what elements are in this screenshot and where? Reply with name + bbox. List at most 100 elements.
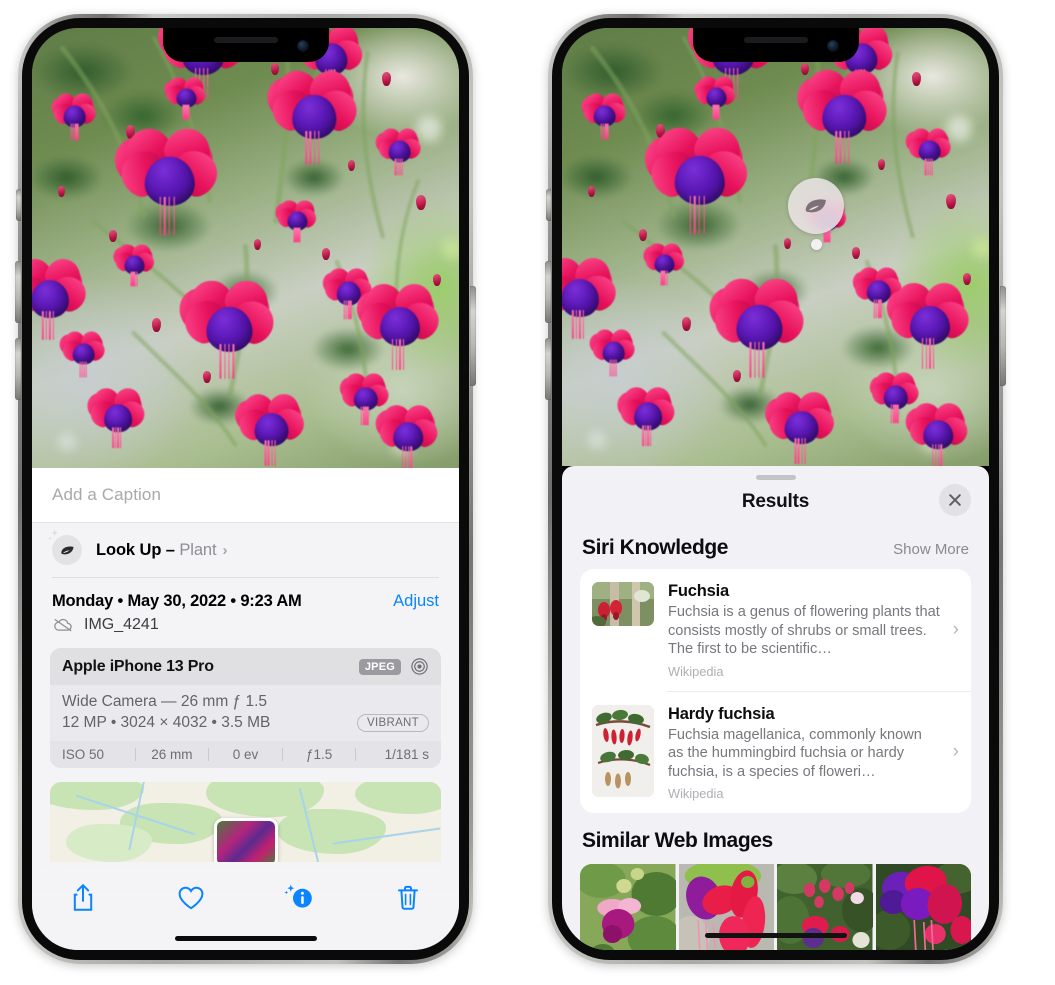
knowledge-title: Hardy fuchsia [668, 704, 775, 723]
photographic-style-badge: VIBRANT [357, 714, 429, 732]
photo-flower-bud [801, 63, 809, 76]
photo-fuchsia-blossom [864, 369, 922, 424]
adjust-button[interactable]: Adjust [393, 592, 439, 611]
photo-stamen [45, 311, 48, 341]
volume-up-button[interactable] [545, 261, 551, 323]
photo-fuchsia-blossom [32, 255, 92, 341]
photo-stamen [606, 122, 609, 140]
look-up-dash: – [161, 540, 180, 559]
exif-lens-row: Wide Camera — 26 mm ƒ 1.5 12 MP • 3024 ×… [50, 685, 441, 741]
home-indicator[interactable] [704, 933, 847, 938]
photo-fuchsia-blossom [585, 327, 638, 377]
photo-flower-bud [57, 186, 65, 198]
photo-fuchsia-blossom [228, 390, 309, 467]
photo-stamen [313, 130, 316, 165]
share-button[interactable] [60, 878, 106, 918]
knowledge-row[interactable]: Fuchsia Fuchsia is a genus of flowering … [580, 569, 971, 691]
show-more-button[interactable]: Show More [893, 541, 969, 558]
photo-bokeh [946, 115, 973, 142]
photo-fuchsia-blossom [258, 66, 363, 165]
share-icon [73, 884, 93, 911]
caption-field-row[interactable]: Add a Caption [32, 468, 459, 523]
photo-stamen [264, 440, 267, 467]
icloud-slash-icon [54, 618, 72, 632]
earpiece-speaker [213, 37, 278, 43]
map-photo-pin[interactable] [213, 818, 278, 862]
volume-down-button[interactable] [545, 338, 551, 400]
photo-stamen [367, 406, 369, 425]
capture-date: Monday • May 30, 2022 • 9:23 AM [52, 592, 302, 610]
photo-stamen [42, 311, 44, 341]
power-button[interactable] [1000, 286, 1006, 386]
photo-stamen [839, 130, 842, 165]
photo-stamen [112, 426, 114, 449]
exif-card[interactable]: Apple iPhone 13 Pro JPEG Wide Camera — 2… [50, 648, 441, 768]
close-button[interactable] [939, 484, 971, 516]
look-up-subject: Plant [179, 540, 217, 559]
knowledge-source: Wikipedia [668, 663, 724, 679]
mute-switch[interactable] [16, 189, 21, 221]
photo-stamen [298, 227, 301, 243]
photo-flower-bud [202, 371, 211, 384]
knowledge-description: Fuchsia magellanica, commonly known as t… [668, 727, 922, 780]
photo-stamen [401, 158, 403, 176]
volume-down-button[interactable] [15, 338, 21, 400]
photo-stamen [932, 444, 934, 466]
web-image-1[interactable] [580, 864, 676, 950]
knowledge-row[interactable]: Hardy fuchsia Fuchsia magellanica, commo… [580, 692, 971, 814]
photo-fuchsia-blossom [369, 402, 442, 468]
photo-stamen [76, 123, 79, 141]
photo-stamen [749, 342, 752, 378]
mute-switch[interactable] [546, 189, 551, 221]
photo-fuchsia-plant[interactable] [32, 28, 459, 468]
fuchsia-red-flowers-thumb [592, 582, 654, 626]
photo-stamen [391, 338, 394, 370]
volume-up-button[interactable] [15, 261, 21, 323]
photo-stamen [666, 270, 668, 286]
photo-fuchsia-blossom [635, 123, 755, 235]
knowledge-body: Hardy fuchsia Fuchsia magellanica, commo… [654, 705, 959, 802]
photo-stamen [228, 343, 230, 379]
info-button[interactable] [277, 878, 323, 918]
device-name: Apple iPhone 13 Pro [62, 657, 214, 675]
photo-stamen [395, 338, 398, 370]
knowledge-title: Fuchsia [668, 582, 729, 600]
photo-stamen [85, 360, 87, 378]
similar-web-images-title: Similar Web Images [582, 829, 773, 853]
photo-flower-bud [108, 230, 117, 243]
location-map-preview[interactable] [50, 782, 441, 862]
favorite-button[interactable] [168, 878, 214, 918]
photo-stamen [713, 104, 716, 120]
home-indicator[interactable] [174, 936, 317, 941]
photo-fuchsia-blossom [348, 280, 444, 370]
photo-fuchsia-blossom [901, 126, 954, 175]
photo-stamen [698, 196, 701, 235]
chevron-right-icon: › [952, 618, 959, 640]
power-button[interactable] [470, 286, 476, 386]
visual-lookup-badge[interactable] [788, 178, 844, 250]
photo-stamen [794, 438, 797, 465]
photo-stamen [183, 104, 186, 120]
photo-stamen [159, 196, 161, 236]
photo-stamen [940, 444, 943, 466]
exif-device-row: Apple iPhone 13 Pro JPEG [50, 648, 441, 685]
photo-stamen [402, 446, 404, 468]
chevron-right-icon: › [222, 541, 228, 559]
look-up-row[interactable]: Look Up – Plant › [32, 523, 459, 577]
chevron-right-icon: › [952, 741, 959, 763]
delete-button[interactable] [385, 878, 431, 918]
photo-stamen [271, 440, 273, 467]
exif-stats-row: ISO 50 26 mm 0 ev ƒ1.5 1/181 s [50, 741, 441, 768]
leaf-icon [805, 199, 826, 213]
web-image-4[interactable] [875, 864, 971, 950]
photo-bokeh [441, 239, 459, 260]
siri-knowledge-card: Fuchsia Fuchsia is a genus of flowering … [580, 569, 971, 814]
photo-fuchsia-blossom [576, 91, 630, 140]
photo-fuchsia-blossom [700, 275, 810, 378]
photo-stamen [797, 438, 800, 465]
photo-bokeh [971, 238, 989, 259]
info-sparkle-icon [284, 884, 312, 908]
photo-fuchsia-blossom [878, 279, 974, 369]
photo-stamen [206, 67, 209, 100]
photo-fuchsia-plant[interactable] [562, 28, 989, 466]
